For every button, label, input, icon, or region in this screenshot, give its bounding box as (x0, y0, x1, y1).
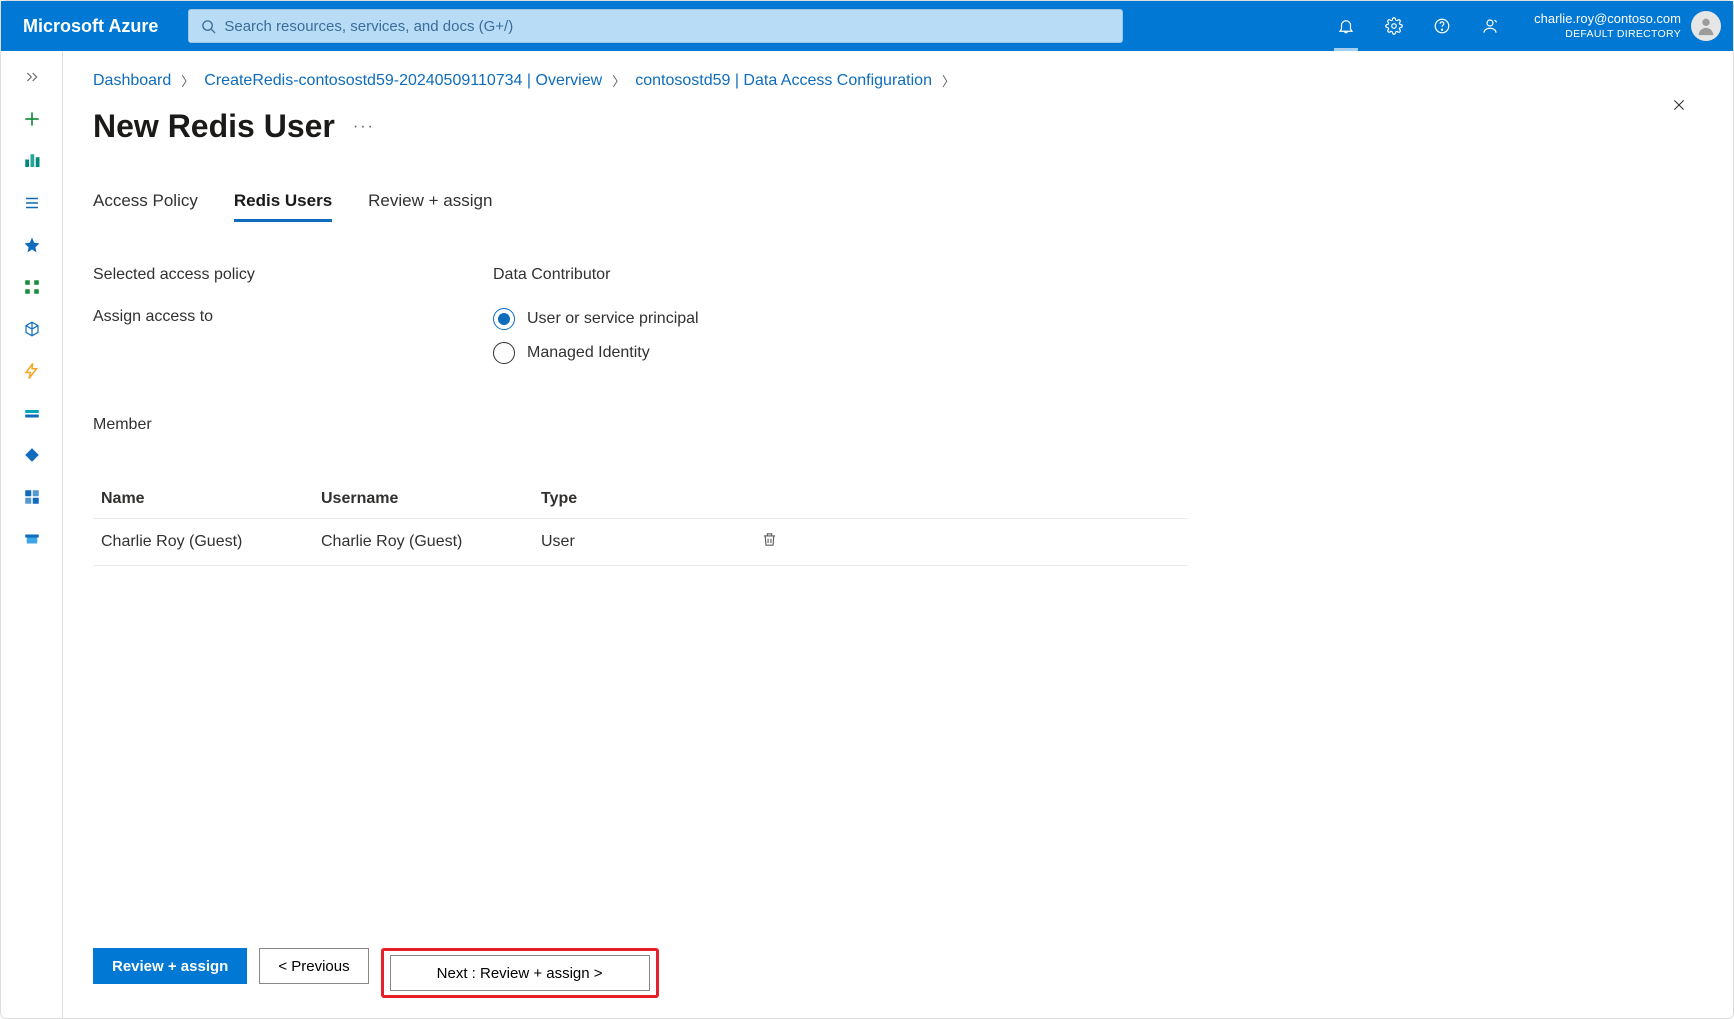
tabs: Access Policy Redis Users Review + assig… (93, 191, 1703, 222)
col-username[interactable]: Username (313, 480, 533, 519)
delete-row-button[interactable] (761, 531, 778, 548)
breadcrumb-item[interactable]: contosostd59 | Data Access Configuration (635, 72, 932, 90)
member-section-label: Member (93, 416, 1703, 434)
account-menu[interactable]: charlie.roy@contoso.com DEFAULT DIRECTOR… (1514, 1, 1729, 51)
topbar-actions (1322, 1, 1514, 51)
more-actions-button[interactable]: ··· (353, 118, 375, 136)
all-resources-icon[interactable] (20, 191, 44, 215)
tab-access-policy[interactable]: Access Policy (93, 191, 198, 222)
blue-diamond-icon[interactable] (20, 443, 44, 467)
left-nav (1, 51, 63, 1018)
grid-blue-icon[interactable] (20, 485, 44, 509)
feedback-button[interactable] (1466, 1, 1514, 51)
radio-icon (493, 342, 515, 364)
col-type[interactable]: Type (533, 480, 753, 519)
search-icon (201, 19, 216, 34)
radio-label: Managed Identity (527, 344, 650, 362)
settings-button[interactable] (1370, 1, 1418, 51)
help-button[interactable] (1418, 1, 1466, 51)
next-button[interactable]: Next : Review + assign > (390, 955, 650, 991)
cell-name: Charlie Roy (Guest) (93, 519, 313, 566)
dashboard-icon[interactable] (20, 149, 44, 173)
favorites-icon[interactable] (20, 233, 44, 257)
breadcrumb-item[interactable]: Dashboard (93, 72, 171, 90)
review-assign-button[interactable]: Review + assign (93, 948, 247, 984)
container-icon[interactable] (20, 317, 44, 341)
sql-icon[interactable] (20, 401, 44, 425)
functions-icon[interactable] (20, 359, 44, 383)
radio-managed-identity[interactable]: Managed Identity (493, 342, 699, 364)
brand-logo[interactable]: Microsoft Azure (23, 16, 158, 37)
search-input[interactable] (224, 18, 1110, 35)
assign-to-label: Assign access to (93, 308, 493, 364)
page-title: New Redis User (93, 108, 335, 145)
radio-user-or-service-principal[interactable]: User or service principal (493, 308, 699, 330)
cell-type: User (533, 519, 753, 566)
members-table: Name Username Type Charlie Roy (Guest) C… (93, 480, 1188, 566)
expand-nav-button[interactable] (20, 65, 44, 89)
radio-label: User or service principal (527, 310, 699, 328)
account-directory: DEFAULT DIRECTORY (1534, 28, 1681, 41)
breadcrumb-item[interactable]: CreateRedis-contosostd59-20240509110734 … (204, 72, 602, 90)
col-name[interactable]: Name (93, 480, 313, 519)
main-content: Dashboard 〉 CreateRedis-contosostd59-202… (63, 51, 1733, 1018)
notifications-button[interactable] (1322, 1, 1370, 51)
account-email: charlie.roy@contoso.com (1534, 11, 1681, 27)
chevron-right-icon: 〉 (942, 71, 955, 90)
wizard-footer: Review + assign < Previous Next : Review… (93, 948, 1703, 998)
highlighted-next-button: Next : Review + assign > (381, 948, 659, 998)
app-services-icon[interactable] (20, 275, 44, 299)
selected-policy-value: Data Contributor (493, 266, 610, 284)
storage-icon[interactable] (20, 527, 44, 551)
cell-username: Charlie Roy (Guest) (313, 519, 533, 566)
table-row: Charlie Roy (Guest) Charlie Roy (Guest) … (93, 519, 1188, 566)
create-resource-icon[interactable] (20, 107, 44, 131)
radio-icon (493, 308, 515, 330)
close-button[interactable] (1665, 91, 1693, 119)
chevron-right-icon: 〉 (612, 71, 625, 90)
tab-review-assign[interactable]: Review + assign (368, 191, 492, 222)
selected-policy-label: Selected access policy (93, 266, 493, 284)
previous-button[interactable]: < Previous (259, 948, 368, 984)
top-bar: Microsoft Azure charlie.roy@contoso.com … (1, 1, 1733, 51)
global-search[interactable] (188, 9, 1123, 43)
chevron-right-icon: 〉 (181, 71, 194, 90)
breadcrumb: Dashboard 〉 CreateRedis-contosostd59-202… (93, 71, 1703, 90)
tab-redis-users[interactable]: Redis Users (234, 191, 332, 222)
avatar (1691, 11, 1721, 41)
